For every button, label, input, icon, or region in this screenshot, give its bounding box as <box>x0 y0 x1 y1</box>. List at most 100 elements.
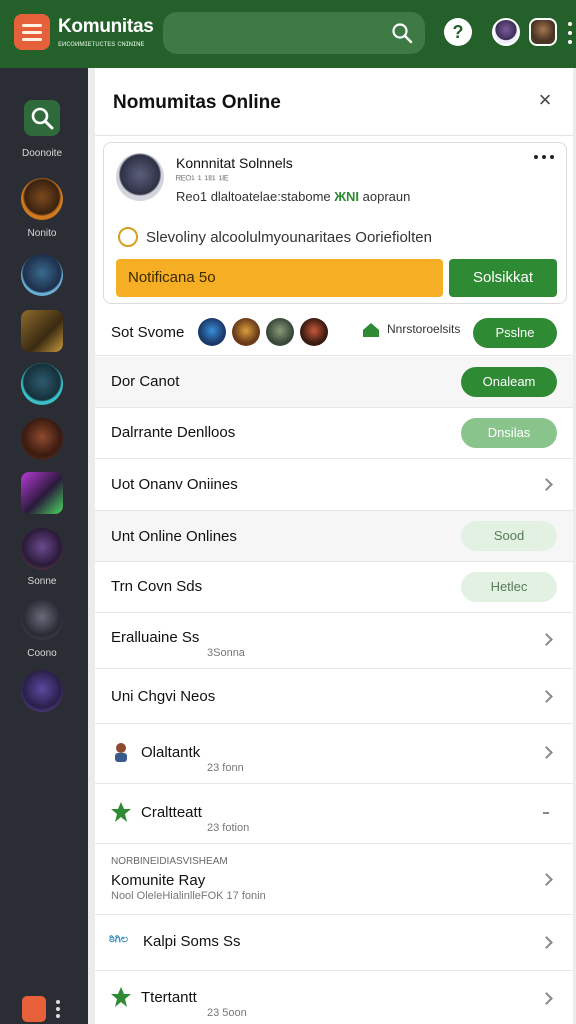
row-label: Uni Chgvi Neos <box>111 688 216 705</box>
rail-avatar-4[interactable] <box>21 363 63 405</box>
top-bar: Komunitas ᴇᴎᴄᴏᴎᴍɪᴇᴛᴜᴄᴛᴇs ᴄɴɪɴɪɴᴇ ? <box>0 0 576 68</box>
rail-avatar-1[interactable] <box>21 178 63 220</box>
row-subtext: 23 fotion <box>207 822 250 834</box>
help-button[interactable]: ? <box>444 18 472 46</box>
chevron-right-icon <box>540 633 553 646</box>
profile-desc-highlight: ЖNI <box>334 189 360 204</box>
friend-avatar[interactable] <box>300 318 328 346</box>
friends-action-button[interactable]: Psslne <box>473 318 557 348</box>
settings-icon[interactable] <box>22 996 46 1022</box>
rail-avatar-9[interactable] <box>21 670 63 712</box>
rail-avatar-5[interactable] <box>21 418 63 460</box>
rail-avatar-7[interactable] <box>21 528 63 570</box>
row-subtext: 23 fonn <box>207 762 244 774</box>
left-rail: Doonoite Nonito Sonne Coono <box>0 68 88 1024</box>
rail-label-8: Coono <box>27 648 57 659</box>
card-more-icon[interactable] <box>534 155 554 163</box>
character-icon <box>115 743 127 762</box>
chevron-right-icon <box>540 690 553 703</box>
row-kicker: NORBINEIDIASVISHEAM <box>111 856 228 867</box>
rail-label-1: Nonito <box>27 228 57 239</box>
row-label: Dalrrante Denlloos <box>111 424 236 441</box>
profile-description: Reo1 dlaltoatelae:stabome ЖNI aopraun <box>176 189 410 204</box>
list-item[interactable]: Uni Chgvi Neos <box>95 669 573 724</box>
list-item[interactable]: Dor Canot Onaleam <box>95 357 573 408</box>
friend-avatar[interactable] <box>198 318 226 346</box>
row-label: Kalpi Soms Ss <box>143 933 241 950</box>
rail-avatar-6[interactable] <box>21 472 63 514</box>
search-icon[interactable] <box>391 22 413 44</box>
friends-row: Sot Svome Nnrstoroelsits Psslne <box>95 310 573 356</box>
rail-avatar-8[interactable] <box>21 598 63 640</box>
star-icon <box>111 802 131 822</box>
row-action-button[interactable]: Hetlec <box>461 572 557 602</box>
profile-name: Konnnitat Solnnels <box>176 155 293 171</box>
list-item[interactable]: Eralluaine Ss 3Sonna <box>95 613 573 669</box>
row-action-button[interactable]: Dnsilas <box>461 418 557 448</box>
profile-status: Slevoliny alcoolulmyounaritaes Ooriefiol… <box>146 229 432 246</box>
row-action-button[interactable]: Sood <box>461 521 557 551</box>
rail-more-icon[interactable] <box>56 1000 60 1018</box>
menu-logo-icon[interactable] <box>14 14 50 50</box>
brand-subtitle: ᴇᴎᴄᴏᴎᴍɪᴇᴛᴜᴄᴛᴇs ᴄɴɪɴɪɴᴇ <box>58 39 145 48</box>
chevron-right-icon <box>540 478 553 491</box>
panel-title: Nomumitas Online <box>113 92 281 113</box>
row-label: Unt Online Onlines <box>111 528 237 545</box>
search-input[interactable] <box>163 12 425 54</box>
row-action-button[interactable]: Onaleam <box>461 367 557 397</box>
friend-avatar[interactable] <box>232 318 260 346</box>
row-label: Craltteatt <box>141 804 202 821</box>
user-avatar[interactable] <box>492 18 520 46</box>
row-label: Dor Canot <box>111 373 180 390</box>
close-button[interactable]: × <box>535 89 555 111</box>
profile-desc-prefix: Reo1 dlaltoatelae:stabome <box>176 189 335 204</box>
profile-card: Konnnitat Solnnels ᴿᴱᴼ¹ ¹ ¹ᴵᴵ¹ ¹ᴵᴱ Reo1 … <box>103 142 567 304</box>
community-panel: Nomumitas Online × Konnnitat Solnnels ᴿᴱ… <box>95 68 573 1024</box>
row-label: Olaltantk <box>141 744 201 761</box>
search-bar[interactable] <box>163 12 425 54</box>
rail-avatar-3[interactable] <box>21 310 63 352</box>
brand: Komunitas ᴇᴎᴄᴏᴎᴍɪᴇᴛᴜᴄᴛᴇs ᴄɴɪɴɪɴᴇ <box>58 16 154 49</box>
rail-avatar-2[interactable] <box>21 254 63 296</box>
list-item[interactable]: Craltteatt 23 fotion <box>95 784 573 844</box>
status-icon <box>118 227 138 247</box>
star-icon <box>111 987 131 1007</box>
rail-label-7: Sonne <box>27 576 57 587</box>
rail-label-0: Doonoite <box>21 148 63 159</box>
profile-desc-suffix: aopraun <box>359 189 411 204</box>
collapse-icon[interactable] <box>543 812 549 814</box>
brand-title: Komunitas <box>58 16 154 37</box>
list-item[interactable]: Dalrrante Denlloos Dnsilas <box>95 408 573 459</box>
list-item[interactable]: Olaltantk 23 fonn <box>95 724 573 784</box>
list-item[interactable]: ಠಿಗಿಲ Kalpi Soms Ss <box>95 915 573 971</box>
list-item[interactable]: NORBINEIDIASVISHEAM Komunite Ray Nool Ol… <box>95 844 573 915</box>
chevron-right-icon <box>540 992 553 1005</box>
friends-label: Sot Svome <box>111 324 185 341</box>
row-label: Eralluaine Ss <box>111 629 200 646</box>
row-label: Komunite Ray <box>111 872 206 889</box>
list-item[interactable]: Uot Onanv Oniines <box>95 459 573 511</box>
profile-id: ᴿᴱᴼ¹ ¹ ¹ᴵᴵ¹ ¹ᴵᴱ <box>176 174 229 186</box>
notify-button[interactable]: Notificana 5o <box>116 259 443 297</box>
profile-avatar-large[interactable] <box>116 153 164 201</box>
row-subtext: Nool OleleHialinlleFOK 17 fonin <box>111 890 266 902</box>
chevron-right-icon <box>540 936 553 949</box>
more-options-icon[interactable] <box>568 22 572 44</box>
select-button[interactable]: Solsikkat <box>449 259 557 297</box>
rail-search-icon[interactable] <box>24 100 60 136</box>
friend-avatar[interactable] <box>266 318 294 346</box>
row-subtext: 23 5oon <box>207 1007 247 1019</box>
row-label: Ttertantt <box>141 989 197 1006</box>
row-subtext: 3Sonna <box>207 647 245 659</box>
row-badge: ಠಿಗಿಲ <box>109 933 128 945</box>
list-item[interactable]: Unt Online Onlines Sood <box>95 511 573 562</box>
row-label: Trn Covn Sds <box>111 578 203 595</box>
list-item[interactable]: Ttertantt 23 5oon <box>95 971 573 1024</box>
panel-header: Nomumitas Online × <box>95 68 573 136</box>
list-item[interactable]: Trn Covn Sds Hetlec <box>95 562 573 613</box>
chevron-right-icon <box>540 873 553 886</box>
row-label: Uot Onanv Oniines <box>111 476 238 493</box>
chevron-right-icon <box>540 746 553 759</box>
profile-avatar[interactable] <box>529 18 557 46</box>
friends-tag: Nnrstoroelsits <box>363 322 460 336</box>
